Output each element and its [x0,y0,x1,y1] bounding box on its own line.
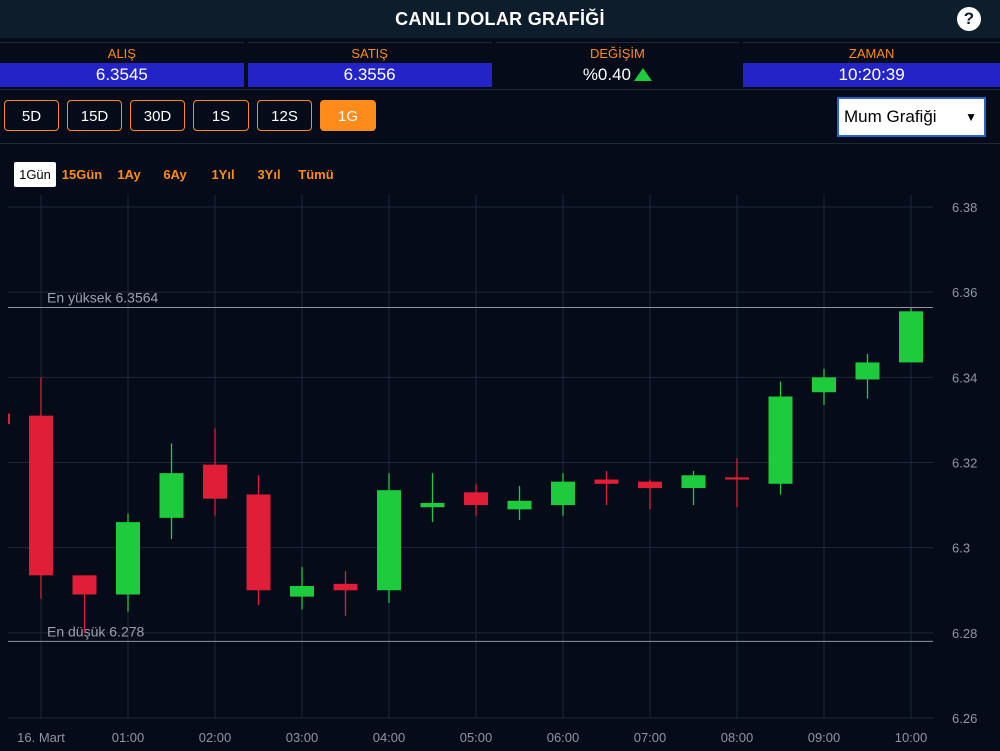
x-tick-label: 01:00 [112,730,145,745]
period-button-1gun[interactable]: 1Gün [14,162,56,187]
ticker-buy: ALIŞ 6.3545 [0,42,244,88]
ticker-change-value-wrap: %0.40 [496,63,740,87]
ticker-buy-label: ALIŞ [107,46,136,61]
candle-up [855,362,880,380]
period-button-1yil[interactable]: 1Yıl [206,162,240,187]
chart-type-select[interactable]: Mum Grafiği ▼ [837,97,986,137]
divider [0,89,1000,90]
range-button-1g[interactable]: 1G [320,100,376,131]
candle-up [812,377,836,393]
candlestick-chart[interactable]: 6.38 6.36 6.34 6.32 6.3 6.28 6.26 16. Mart 01:00… [0,195,1000,751]
candle-up [899,311,923,363]
candle-up [551,481,575,506]
candle-down [246,494,271,591]
range-button-12s[interactable]: 12S [257,100,312,131]
range-button-1s[interactable]: 1S [193,100,249,131]
period-button-6ay[interactable]: 6Ay [159,162,191,187]
candle-up [420,502,445,508]
ticker-sell-label: SATIŞ [351,46,388,61]
x-tick-label: 05:00 [460,730,493,745]
candle-up [159,473,184,518]
period-button-3yil[interactable]: 3Yıl [252,162,286,187]
candle-down [725,477,749,480]
x-tick-label: 04:00 [373,730,406,745]
candle-down [29,415,53,576]
x-tick-label: 02:00 [199,730,232,745]
candle-down [638,481,662,489]
x-tick-label: 03:00 [286,730,319,745]
ticker-change-value: %0.40 [582,65,632,84]
candle-down [333,583,358,591]
chevron-down-icon: ▼ [965,110,977,124]
ticker-buy-value: 6.3545 [0,63,244,87]
candle-up [116,522,140,595]
candle-up [377,490,401,591]
ticker-time-value: 10:20:39 [743,63,1000,87]
reference-line-label: En düşük 6.278 [47,623,145,639]
x-tick-label: 08:00 [721,730,754,745]
x-tick-label: 10:00 [895,730,928,745]
ticker-time: ZAMAN 10:20:39 [743,42,1000,88]
x-tick-label: 06:00 [547,730,580,745]
y-tick-label: 6.32 [952,456,977,471]
ticker-sell: SATIŞ 6.3556 [247,42,492,88]
ticker-change-label: DEĞİŞİM [589,46,645,61]
x-tick-label: 07:00 [634,730,667,745]
candle-down [464,492,488,506]
y-tick-label: 6.28 [952,626,977,641]
ticker-sell-value: 6.3556 [247,63,492,87]
period-button-tumu[interactable]: Tümü [293,162,339,187]
arrow-up-icon [634,68,653,81]
candle-down [72,575,97,595]
period-button-15gun[interactable]: 15Gün [58,162,106,187]
help-icon[interactable]: ? [957,7,981,31]
x-tick-label: 16. Mart [17,730,65,745]
divider [0,143,1000,144]
y-tick-label: 6.38 [952,200,977,215]
reference-line-label: En yüksek 6.3564 [47,289,159,305]
x-tick-label: 09:00 [808,730,841,745]
candle-up [290,585,314,597]
candle-down [594,479,619,484]
period-button-1ay[interactable]: 1Ay [113,162,145,187]
y-tick-label: 6.3 [952,541,970,556]
range-button-5d[interactable]: 5D [4,100,59,131]
y-tick-label: 6.26 [952,711,977,726]
candle-up [681,475,706,489]
ticker-bar: ALIŞ 6.3545 SATIŞ 6.3556 DEĞİŞİM %0.40 Z… [0,42,1000,88]
range-button-15d[interactable]: 15D [67,100,122,131]
y-tick-label: 6.36 [952,285,977,300]
header-bar: CANLI DOLAR GRAFİĞİ ? [0,0,1000,38]
y-tick-label: 6.34 [952,370,977,385]
candle-down [203,464,227,499]
candle-up [507,500,532,510]
chart-type-select-value: Mum Grafiği [844,107,937,126]
page-title: CANLI DOLAR GRAFİĞİ [395,8,605,29]
ticker-time-label: ZAMAN [848,46,895,61]
range-button-30d[interactable]: 30D [130,100,185,131]
ticker-change: DEĞİŞİM %0.40 [495,42,740,88]
candle-up [768,396,793,484]
